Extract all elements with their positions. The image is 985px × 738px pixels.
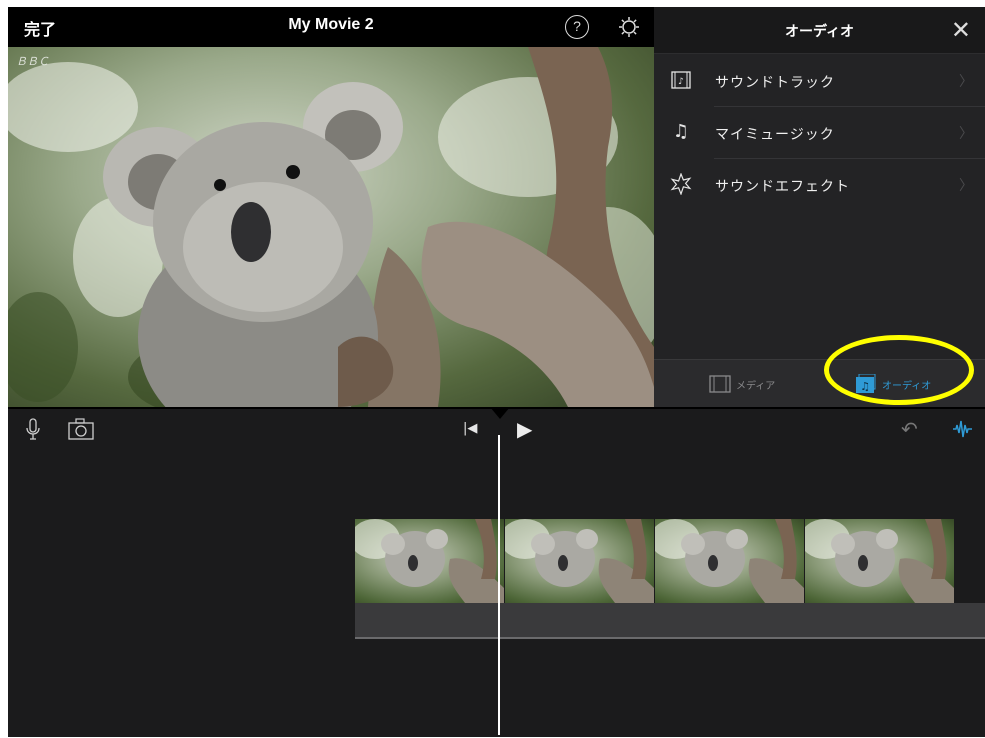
menu-item-my-music[interactable]: ♫ マイミュージック 〉 [654, 107, 985, 159]
menu-item-label: サウンドエフェクト [715, 179, 850, 195]
video-clip-thumbnail[interactable] [355, 519, 505, 603]
project-title: My Movie 2 [288, 16, 374, 33]
video-clip-thumbnail[interactable] [655, 519, 805, 603]
camera-icon [68, 418, 94, 440]
film-music-icon: ♪ [670, 69, 692, 91]
undo-button[interactable]: ↶ [901, 417, 918, 441]
undo-icon: ↶ [901, 417, 918, 441]
svg-text:♪: ♪ [678, 77, 684, 87]
audio-waveform-icon [953, 420, 972, 438]
audio-panel-header: オーディオ ✕ [654, 7, 985, 54]
media-film-icon [709, 374, 731, 394]
audio-panel-title: オーディオ [784, 24, 855, 40]
koala-video-frame [8, 47, 654, 407]
menu-item-label: サウンドトラック [715, 75, 835, 91]
top-bar: 完了 My Movie 2 ? [8, 7, 654, 47]
audio-track[interactable] [355, 603, 985, 639]
playhead-marker [490, 407, 510, 419]
settings-button[interactable] [616, 14, 642, 40]
microphone-icon [26, 418, 40, 440]
play-icon: ▶ [517, 417, 533, 441]
gear-icon [619, 17, 639, 37]
chevron-right-icon: 〉 [959, 178, 973, 194]
play-button[interactable]: ▶ [517, 417, 532, 441]
menu-item-sound-effects[interactable]: サウンドエフェクト 〉 [654, 159, 985, 211]
video-preview[interactable]: ＢＢＣ [8, 47, 654, 407]
audio-waveform-button[interactable] [952, 418, 974, 444]
help-button[interactable]: ? [565, 15, 589, 39]
chevron-right-icon: 〉 [959, 126, 973, 142]
menu-item-label: マイミュージック [715, 127, 835, 143]
video-clip-thumbnail[interactable] [805, 519, 955, 603]
sound-effect-star-icon [670, 172, 692, 196]
broadcaster-watermark: ＢＢＣ [16, 55, 49, 68]
microphone-button[interactable] [25, 418, 41, 446]
video-clip-thumbnail[interactable] [505, 519, 655, 603]
audio-waveform-line [355, 637, 985, 639]
imovie-screen: 完了 My Movie 2 ? ＢＢＣ オーディオ ✕ ♪ サウンドトラック 〉… [8, 7, 985, 737]
video-clip-strip[interactable] [355, 519, 985, 603]
skip-to-start-button[interactable]: |◀ [463, 421, 477, 436]
highlight-annotation-circle [824, 335, 974, 405]
chevron-right-icon: 〉 [959, 74, 973, 90]
close-icon: ✕ [950, 16, 971, 44]
skip-to-start-icon: |◀ [463, 421, 478, 436]
tab-media[interactable]: メディア [694, 360, 814, 408]
playhead-line[interactable] [498, 435, 500, 735]
menu-item-soundtrack[interactable]: ♪ サウンドトラック 〉 [654, 55, 985, 107]
music-note-icon: ♫ [672, 121, 690, 142]
tab-media-label: メディア [736, 381, 776, 392]
close-panel-button[interactable]: ✕ [951, 16, 971, 44]
camera-button[interactable] [68, 418, 94, 444]
